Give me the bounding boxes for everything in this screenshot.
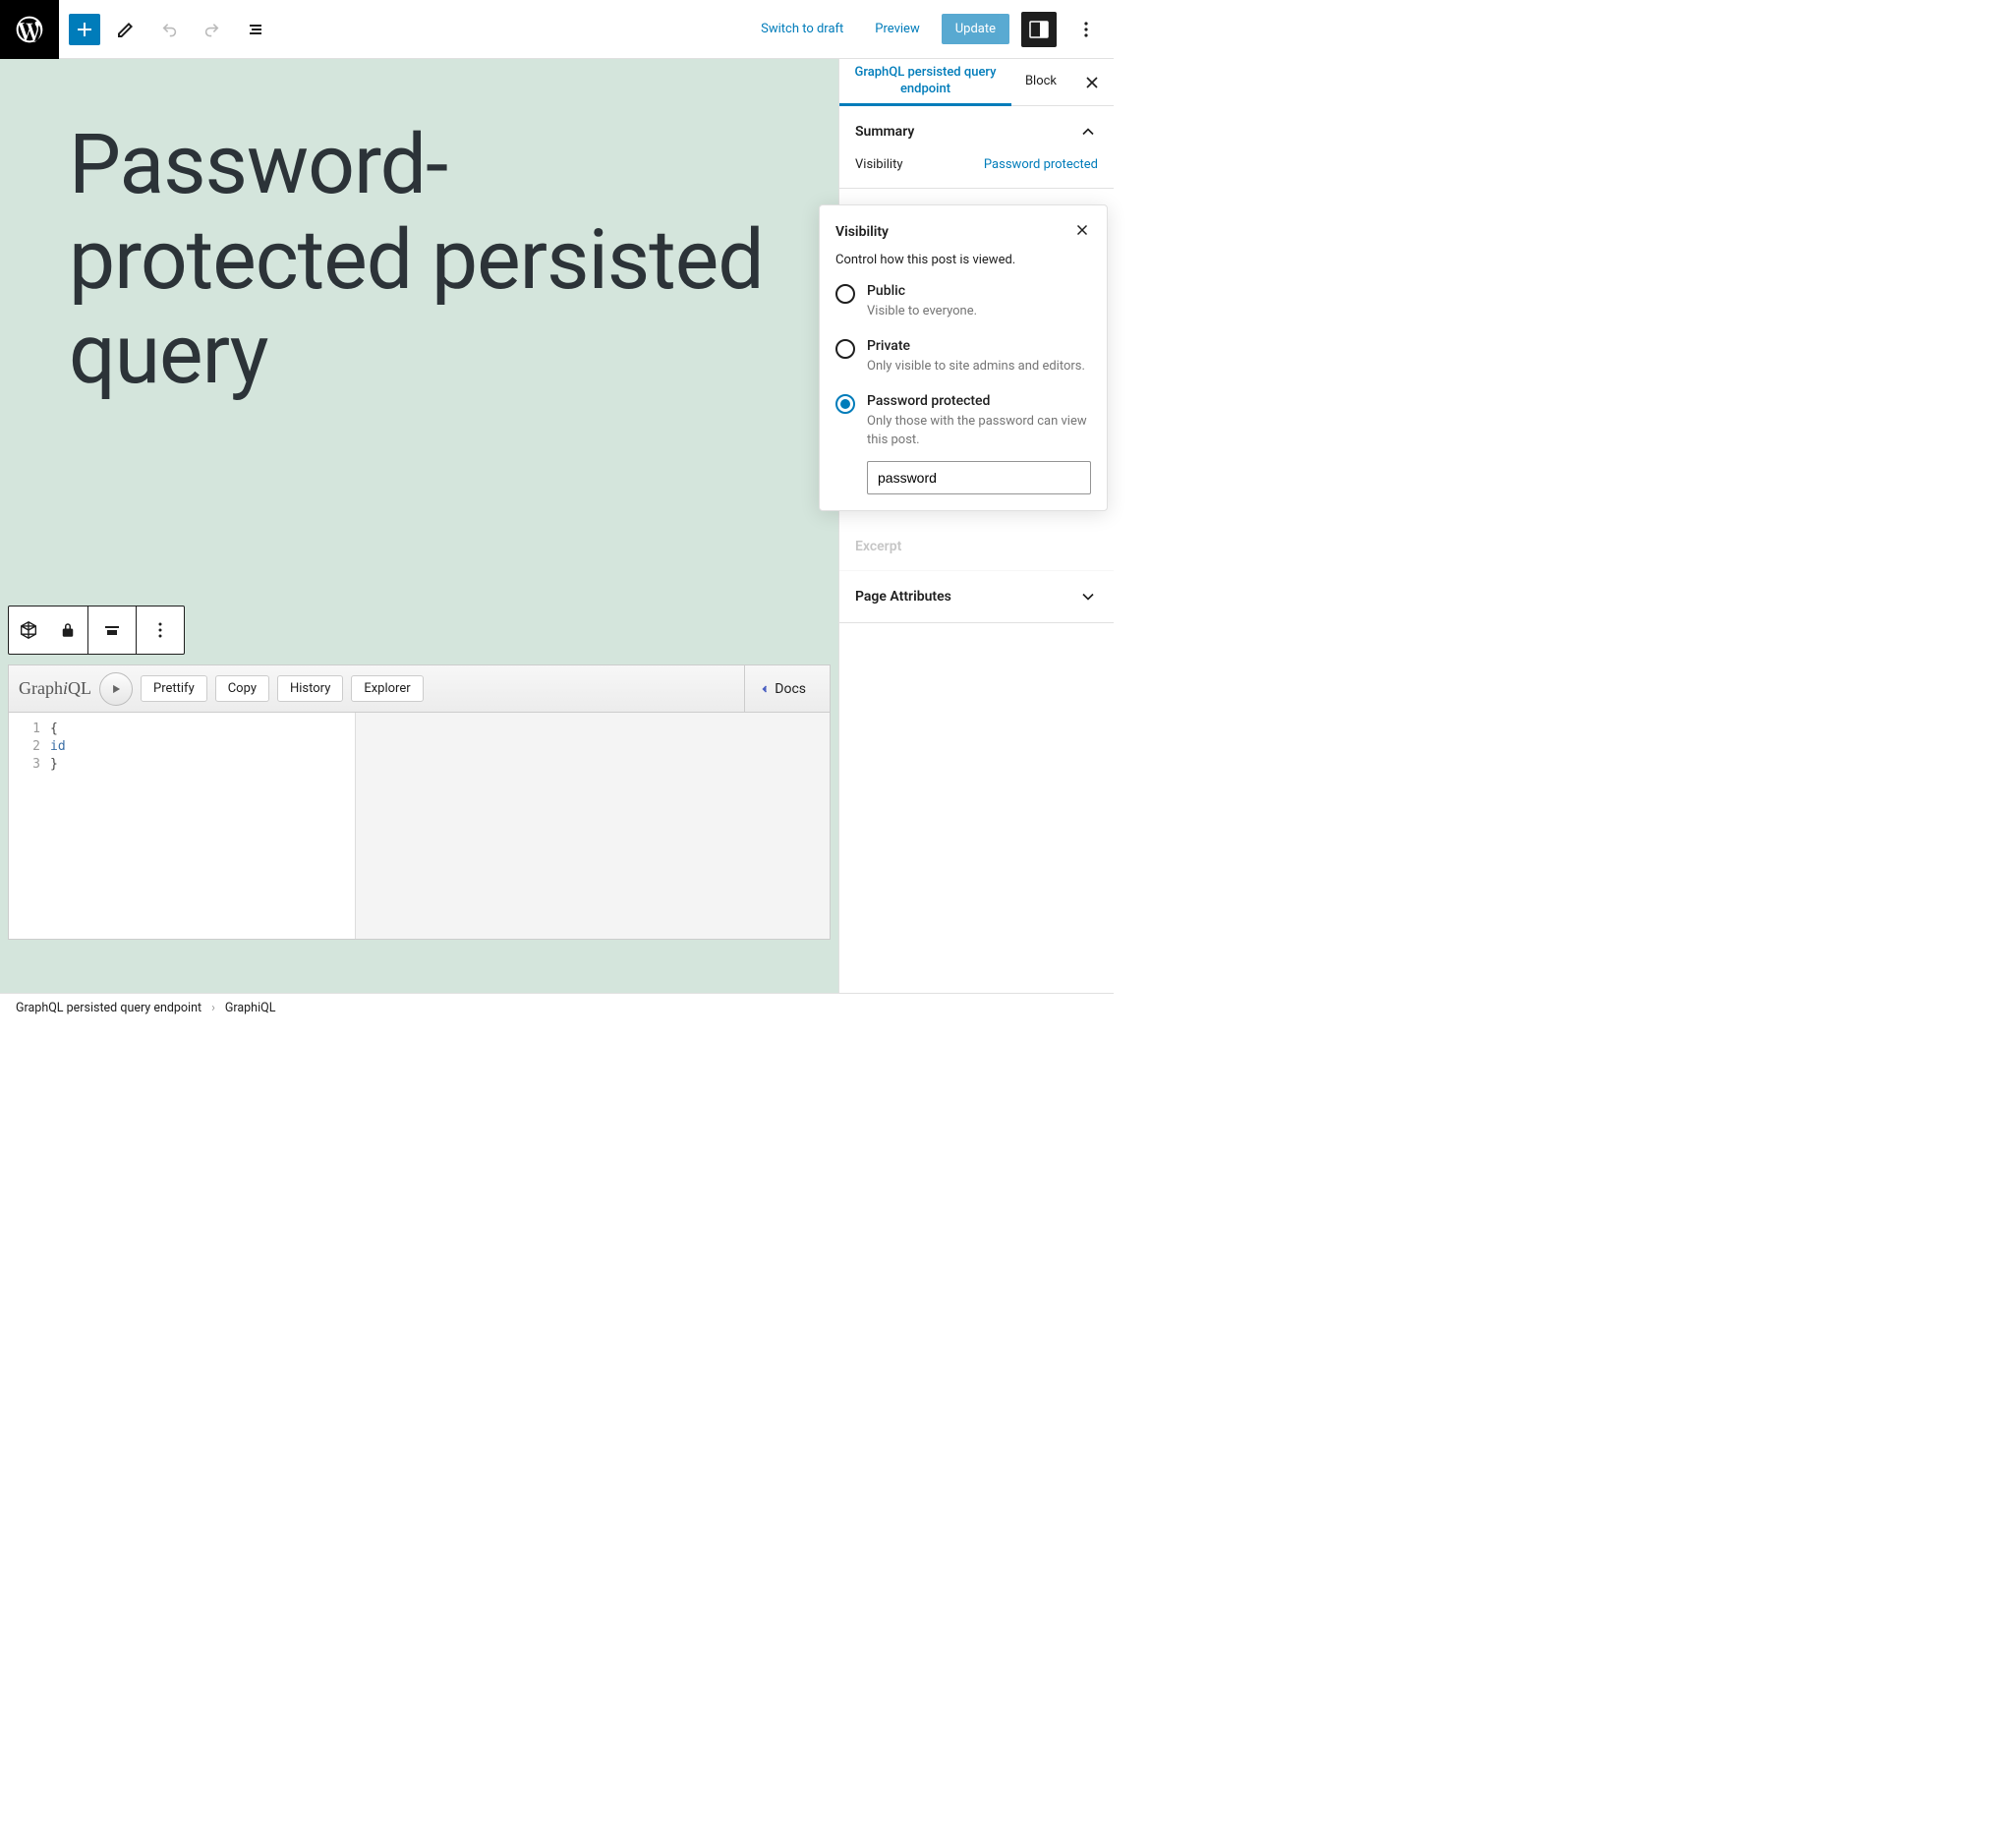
- chevron-right-icon: ›: [211, 1001, 215, 1015]
- post-title[interactable]: Password-protected persisted query: [0, 59, 838, 423]
- graphiql-copy-button[interactable]: Copy: [215, 675, 269, 702]
- document-overview-button[interactable]: [238, 12, 273, 47]
- breadcrumb-root[interactable]: GraphQL persisted query endpoint: [16, 1001, 201, 1015]
- popover-title: Visibility: [835, 224, 889, 240]
- add-block-button[interactable]: [69, 14, 100, 45]
- sidebar-close-button[interactable]: [1070, 59, 1114, 105]
- settings-sidebar: GraphQL persisted query endpoint Block S…: [838, 59, 1114, 993]
- block-type-icon[interactable]: [9, 606, 48, 654]
- graphiql-history-button[interactable]: History: [277, 675, 343, 702]
- visibility-label: Visibility: [855, 157, 903, 172]
- more-options-button[interactable]: [1068, 12, 1104, 47]
- graphiql-prettify-button[interactable]: Prettify: [141, 675, 207, 702]
- page-attributes-toggle[interactable]: Page Attributes: [839, 571, 1114, 622]
- visibility-value-button[interactable]: Password protected: [984, 157, 1098, 172]
- redo-button[interactable]: [195, 12, 230, 47]
- visibility-option-password[interactable]: Password protected Only those with the p…: [835, 393, 1091, 448]
- graphiql-run-button[interactable]: [99, 672, 133, 706]
- popover-description: Control how this post is viewed.: [835, 253, 1091, 267]
- update-button[interactable]: Update: [942, 14, 1009, 44]
- summary-panel-toggle[interactable]: Summary: [839, 106, 1114, 157]
- popover-close-button[interactable]: [1073, 221, 1091, 243]
- block-breadcrumb: GraphQL persisted query endpoint › Graph…: [0, 993, 1114, 1022]
- radio-icon: [835, 394, 855, 414]
- settings-toggle-button[interactable]: [1021, 12, 1057, 47]
- visibility-option-public[interactable]: Public Visible to everyone.: [835, 283, 1091, 320]
- excerpt-panel: Excerpt: [839, 523, 1114, 571]
- block-toolbar: [8, 606, 185, 655]
- align-button[interactable]: [88, 606, 136, 654]
- excerpt-panel-toggle[interactable]: Excerpt: [839, 523, 1114, 570]
- lock-icon[interactable]: [48, 606, 87, 654]
- tab-entity[interactable]: GraphQL persisted query endpoint: [839, 59, 1011, 106]
- visibility-popover: Visibility Control how this post is view…: [819, 204, 1108, 511]
- preview-button[interactable]: Preview: [865, 16, 929, 42]
- editor-gutter: 1 2 3: [9, 713, 46, 939]
- edit-tool-button[interactable]: [108, 12, 144, 47]
- radio-icon: [835, 339, 855, 359]
- chevron-down-icon: [1078, 587, 1098, 606]
- radio-icon: [835, 284, 855, 304]
- graphiql-query-editor[interactable]: 1 2 3 { id }: [9, 713, 356, 939]
- summary-panel: Summary Visibility Password protected: [839, 106, 1114, 189]
- editor-canvas: Password-protected persisted query: [0, 59, 838, 993]
- undo-button[interactable]: [151, 12, 187, 47]
- graphiql-block: GraphiQL Prettify Copy History Explorer …: [8, 664, 831, 940]
- password-input[interactable]: [867, 461, 1091, 494]
- wordpress-logo[interactable]: [0, 0, 59, 59]
- page-attributes-panel: Page Attributes: [839, 571, 1114, 623]
- graphiql-result-pane: [356, 713, 830, 939]
- graphiql-explorer-button[interactable]: Explorer: [351, 675, 423, 702]
- visibility-option-private[interactable]: Private Only visible to site admins and …: [835, 338, 1091, 375]
- breadcrumb-current[interactable]: GraphiQL: [225, 1001, 276, 1015]
- graphiql-docs-button[interactable]: Docs: [744, 665, 820, 712]
- graphiql-title: GraphiQL: [19, 678, 91, 699]
- chevron-up-icon: [1078, 122, 1098, 142]
- block-more-button[interactable]: [137, 606, 184, 654]
- top-toolbar: Switch to draft Preview Update: [0, 0, 1114, 59]
- switch-to-draft-button[interactable]: Switch to draft: [751, 16, 853, 42]
- tab-block[interactable]: Block: [1011, 59, 1070, 105]
